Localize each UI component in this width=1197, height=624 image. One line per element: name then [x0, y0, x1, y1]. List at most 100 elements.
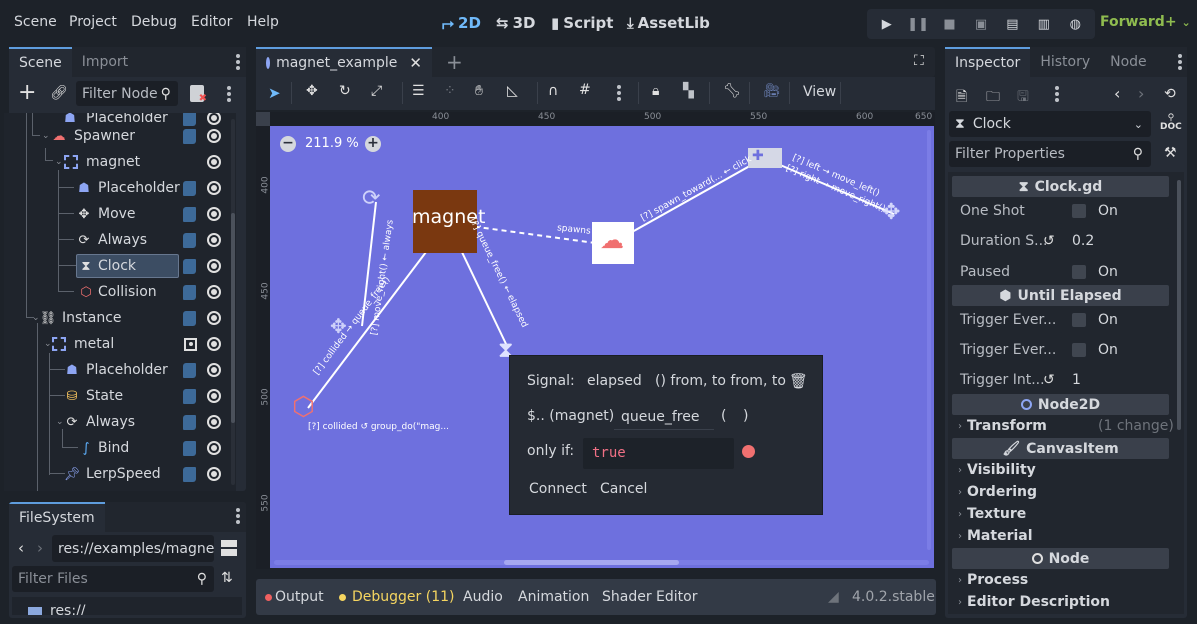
version-label[interactable]: 4.0.2.stable [852, 589, 935, 605]
tab-audio[interactable]: Audio [463, 589, 503, 605]
play-icon[interactable]: ▶ [878, 15, 896, 33]
tree-item-move[interactable]: ✥ Move [4, 201, 236, 227]
tab-magnet-example[interactable]: magnet_example ✕ [256, 47, 432, 77]
visibility-eye-icon[interactable] [207, 415, 221, 429]
property-tools-icon[interactable]: ⚒ [1164, 145, 1177, 161]
tab-import[interactable]: Import [72, 47, 138, 77]
script-icon[interactable] [183, 232, 196, 248]
chevron-down-icon[interactable]: ⌄ [44, 339, 52, 349]
history-forward-icon[interactable]: › [1138, 84, 1144, 103]
tab-node[interactable]: Node [1100, 47, 1157, 77]
only-if-input[interactable]: true [583, 438, 734, 469]
filesystem-menu-icon[interactable] [236, 508, 240, 524]
sort-icon[interactable]: ⇅ [221, 570, 233, 586]
visibility-eye-icon[interactable] [207, 441, 221, 455]
h-scrollbar-thumb[interactable] [504, 560, 679, 565]
revert-icon[interactable]: ↺ [1043, 372, 1055, 388]
list-select-icon[interactable]: ☰ [412, 83, 425, 99]
zoom-out-icon[interactable]: − [280, 136, 296, 152]
h-scrollbar[interactable] [274, 560, 929, 565]
scene-tree-menu-icon[interactable] [227, 86, 231, 102]
stop-icon[interactable]: ■ [941, 15, 959, 33]
menu-project[interactable]: Project [69, 14, 117, 30]
script-icon[interactable] [183, 388, 196, 404]
scale-tool-icon[interactable]: ⤢ [371, 83, 382, 99]
tab-filesystem[interactable]: FileSystem [9, 502, 105, 532]
split-view-icon[interactable] [221, 540, 237, 556]
prop-duration-input[interactable]: 0.2 [1060, 228, 1169, 254]
bone-icon[interactable]: 🦴︎ [723, 83, 741, 99]
script-remove-icon[interactable]: ✖ [190, 85, 207, 104]
tab-debugger[interactable]: Debugger (11) [352, 589, 454, 605]
group-icon[interactable]: ▚ [683, 83, 694, 99]
grid-snap-icon[interactable]: # [579, 82, 591, 98]
play-custom-scene-icon[interactable]: ▥ [1035, 15, 1053, 33]
inspector-options-icon[interactable] [1055, 86, 1059, 102]
revert-icon[interactable]: ↺ [1043, 233, 1055, 249]
ruler-tool-icon[interactable]: ◺ [507, 83, 518, 99]
tab-animation[interactable]: Animation [518, 589, 589, 605]
tree-item-placeholder[interactable]: ☗ Placeholder [4, 175, 236, 201]
chevron-down-icon[interactable]: ⌄ [55, 157, 63, 167]
menu-scene[interactable]: Scene [14, 14, 57, 30]
script-icon[interactable] [183, 362, 196, 378]
visibility-eye-icon[interactable] [207, 389, 221, 403]
inspector-scrollbar[interactable] [1177, 180, 1181, 430]
tree-item-always[interactable]: ⟳ Always [4, 227, 236, 253]
workspace-2d[interactable]: ⮣ 2D [442, 14, 481, 32]
add-tab-icon[interactable]: + [446, 50, 463, 74]
remote-debug-icon[interactable]: ▣ [972, 15, 990, 33]
group-editor-description[interactable]: › Editor Description [958, 594, 1110, 610]
filter-nodes-input[interactable]: Filter Node ⚲ [76, 81, 178, 106]
tree-item-magnet[interactable]: ⌄ magnet [4, 149, 236, 175]
tab-history[interactable]: History [1030, 47, 1100, 77]
object-history-icon[interactable]: ⟲ [1164, 86, 1176, 102]
object-selector[interactable]: ⧗ Clock ⌄ [949, 111, 1151, 137]
script-icon[interactable] [183, 180, 196, 196]
file-item-res[interactable]: res:// [50, 603, 86, 615]
tab-output[interactable]: Output [275, 589, 324, 605]
prop-one-shot-checkbox[interactable]: On [1060, 198, 1169, 224]
tab-shader-editor[interactable]: Shader Editor [602, 589, 697, 605]
group-process[interactable]: › Process [958, 572, 1028, 588]
tab-inspector[interactable]: Inspector [945, 47, 1031, 77]
method-input[interactable]: queue_free [614, 403, 714, 430]
cancel-button[interactable]: Cancel [600, 481, 647, 497]
menu-help[interactable]: Help [247, 14, 279, 30]
player-sprite[interactable]: ☁ [592, 222, 634, 264]
script-icon[interactable] [183, 128, 196, 144]
move-tool-icon[interactable]: ✥ [306, 83, 318, 99]
select-tool-icon[interactable]: ➤ [268, 84, 281, 102]
menu-debug[interactable]: Debug [131, 14, 177, 30]
tab-scene[interactable]: Scene [9, 47, 72, 77]
tree-item-always-2[interactable]: ⌄ ⟳ Always [4, 409, 236, 435]
signal-name[interactable]: elapsed [587, 373, 642, 389]
fullscreen-icon[interactable]: ⛶ [914, 53, 924, 69]
controller-sprite[interactable]: ✚ [748, 148, 782, 168]
tree-item-lerpspeed[interactable]: 📌︎ LerpSpeed [4, 461, 236, 487]
trash-icon[interactable]: 🗑︎ [789, 372, 808, 390]
menu-editor[interactable]: Editor [191, 14, 232, 30]
chevron-down-icon[interactable]: ⌄ [42, 131, 50, 141]
workspace-script[interactable]: ▮ Script [551, 14, 613, 32]
v-scrollbar[interactable] [927, 130, 931, 550]
tree-scrollbar-thumb[interactable] [231, 213, 235, 423]
forward-icon[interactable]: › [37, 539, 43, 557]
visibility-eye-icon[interactable] [207, 467, 221, 481]
workspace-assetlib[interactable]: ⤓ AssetLib [627, 14, 710, 32]
filter-files-input[interactable]: Filter Files ⚲ [12, 566, 214, 592]
visibility-eye-icon[interactable] [207, 285, 221, 299]
tree-item-placeholder-2[interactable]: ☗ Placeholder [4, 357, 236, 383]
group-texture[interactable]: › Texture [958, 506, 1026, 522]
group-transform[interactable]: › Transform [958, 418, 1047, 434]
visibility-eye-icon[interactable] [207, 129, 221, 143]
close-icon[interactable]: ✕ [409, 54, 422, 72]
tree-item-clock[interactable]: ⧗ Clock [4, 253, 236, 279]
prop-trigger-interval-input[interactable]: 1 [1060, 367, 1169, 393]
script-icon[interactable] [183, 206, 196, 222]
script-icon[interactable] [183, 310, 196, 326]
tree-item-collision[interactable]: ⬡ Collision [4, 279, 236, 305]
group-visibility[interactable]: › Visibility [958, 462, 1036, 478]
script-icon[interactable] [183, 466, 196, 482]
script-icon[interactable] [183, 440, 196, 456]
